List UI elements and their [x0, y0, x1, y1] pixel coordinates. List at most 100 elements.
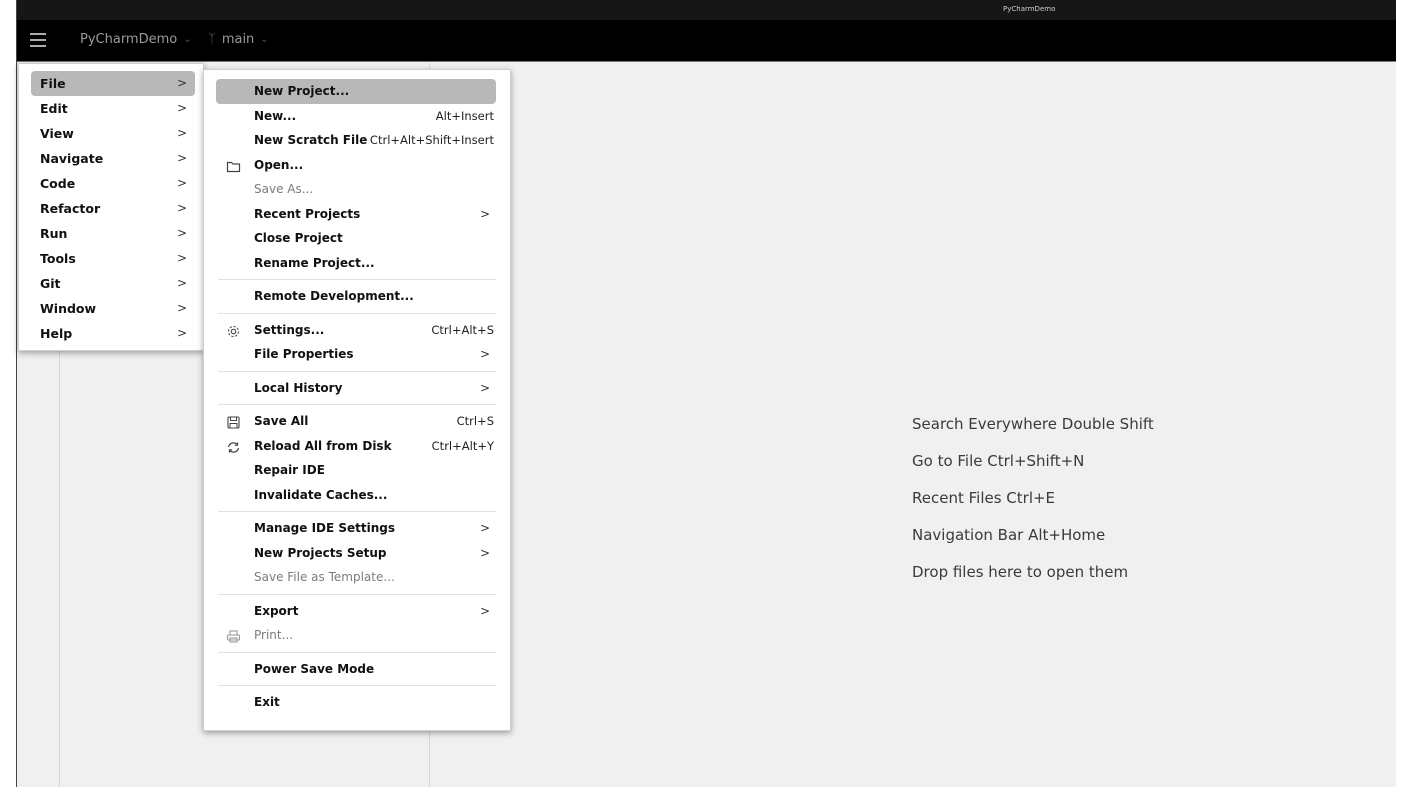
window-title: PyCharmDemo — [1003, 5, 1056, 13]
menu-item-label: Navigate — [40, 151, 104, 166]
menu-item-save-all[interactable]: Save All Ctrl+S — [216, 409, 496, 434]
menu-item-label: Reload All from Disk — [254, 438, 392, 453]
menu-item-label: Git — [40, 276, 61, 291]
menu-item-run[interactable]: Run > — [31, 221, 195, 246]
menu-item-label: Print... — [254, 628, 294, 642]
chevron-right-icon: > — [176, 176, 187, 190]
shortcut: Ctrl+Alt+S — [431, 322, 494, 337]
menu-item-label: Settings... — [254, 322, 325, 337]
editor-empty-hints: Search Everywhere Double Shift Go to Fil… — [912, 413, 1154, 598]
chevron-right-icon: > — [176, 126, 187, 140]
menu-item-view[interactable]: View > — [31, 121, 195, 146]
folder-icon — [226, 158, 241, 173]
menu-item-refactor[interactable]: Refactor > — [31, 196, 195, 221]
chevron-right-icon: > — [479, 206, 490, 221]
menu-item-manage-ide-settings[interactable]: Manage IDE Settings > — [216, 516, 496, 541]
menu-item-label: Rename Project... — [254, 255, 375, 270]
menu-item-tools[interactable]: Tools > — [31, 246, 195, 271]
hint-search-everywhere: Search Everywhere Double Shift — [912, 415, 1154, 433]
menu-item-label: Window — [40, 301, 97, 316]
menu-item-label: Code — [40, 176, 76, 191]
main-toolbar: PyCharmDemo ⌄ ᛉ main ⌄ — [17, 20, 1396, 62]
shortcut: Ctrl+Alt+Shift+Insert — [369, 133, 494, 147]
hint-go-to-file: Go to File Ctrl+Shift+N — [912, 452, 1085, 470]
menu-item-label: File — [40, 76, 66, 91]
menu-separator — [218, 312, 496, 314]
chevron-right-icon: > — [479, 603, 490, 618]
chevron-right-icon: > — [479, 380, 490, 395]
file-submenu: New Project... New... Alt+Insert New Scra… — [203, 69, 511, 731]
menu-separator — [218, 593, 496, 595]
menu-item-new-scratch-file[interactable]: New Scratch File Ctrl+Alt+Shift+Insert — [216, 128, 496, 153]
menu-item-new-projects-setup[interactable]: New Projects Setup > — [216, 541, 496, 566]
menu-item-save-as[interactable]: Save As... — [216, 177, 496, 202]
menu-separator — [218, 279, 496, 280]
menu-item-label: Invalidate Caches... — [254, 487, 388, 502]
hint-recent-files: Recent Files Ctrl+E — [912, 489, 1056, 507]
printer-icon — [226, 628, 241, 643]
project-name: PyCharmDemo — [80, 32, 178, 47]
menu-item-git[interactable]: Git > — [31, 271, 195, 296]
chevron-right-icon: > — [176, 101, 187, 115]
menu-item-new-project[interactable]: New Project... — [216, 79, 496, 104]
menu-separator — [218, 370, 496, 372]
menu-item-label: Help — [40, 326, 73, 341]
menu-item-repair-ide[interactable]: Repair IDE — [216, 458, 496, 483]
menu-item-rename-project[interactable]: Rename Project... — [216, 251, 496, 276]
menu-item-local-history[interactable]: Local History > — [216, 376, 496, 401]
menu-item-code[interactable]: Code > — [31, 171, 195, 196]
chevron-right-icon: > — [176, 201, 187, 215]
chevron-right-icon: > — [176, 251, 187, 265]
menu-separator — [218, 404, 496, 405]
menu-item-label: Open... — [254, 157, 304, 172]
menu-item-file-properties[interactable]: File Properties > — [216, 342, 496, 367]
menu-item-label: Power Save Mode — [254, 661, 375, 676]
menu-item-reload-all[interactable]: Reload All from Disk Ctrl+Alt+Y — [216, 434, 496, 459]
hamburger-icon[interactable] — [30, 33, 46, 47]
menu-item-label: New Project... — [254, 84, 350, 98]
menu-item-edit[interactable]: Edit > — [31, 96, 195, 121]
chevron-down-icon: ⌄ — [260, 34, 269, 45]
menu-item-label: Run — [40, 226, 68, 241]
menu-item-file[interactable]: File > — [31, 71, 195, 96]
menu-separator — [218, 651, 496, 653]
menu-item-recent-projects[interactable]: Recent Projects > — [216, 202, 496, 227]
menu-item-label: Export — [254, 603, 299, 618]
menu-item-exit[interactable]: Exit — [216, 690, 496, 715]
menu-item-navigate[interactable]: Navigate > — [31, 146, 195, 171]
menu-item-save-file-as-template[interactable]: Save File as Template... — [216, 565, 496, 590]
menu-item-label: View — [40, 126, 74, 141]
menu-item-label: Local History — [254, 380, 343, 395]
menu-item-window[interactable]: Window > — [31, 296, 195, 321]
menu-item-settings[interactable]: Settings... Ctrl+Alt+S — [216, 318, 496, 343]
menu-item-print[interactable]: Print... — [216, 623, 496, 648]
hint-drop-files: Drop files here to open them — [912, 563, 1129, 581]
menu-item-export[interactable]: Export > — [216, 599, 496, 624]
menu-item-close-project[interactable]: Close Project — [216, 226, 496, 251]
menu-item-power-save-mode[interactable]: Power Save Mode — [216, 657, 496, 682]
branch-selector[interactable]: ᛉ main ⌄ — [208, 32, 269, 47]
menu-separator — [218, 685, 496, 686]
menu-item-new[interactable]: New... Alt+Insert — [216, 104, 496, 129]
menu-item-remote-development[interactable]: Remote Development... — [216, 284, 496, 309]
menu-item-label: New... — [254, 108, 297, 123]
menu-item-label: Close Project — [254, 231, 343, 245]
hint-navigation-bar: Navigation Bar Alt+Home — [912, 526, 1106, 544]
menu-item-help[interactable]: Help > — [31, 321, 195, 346]
shortcut: Alt+Insert — [435, 108, 494, 123]
shortcut: Ctrl+Alt+Y — [431, 438, 494, 453]
menu-item-label: Save As... — [254, 182, 314, 196]
chevron-right-icon: > — [479, 347, 490, 361]
menu-item-invalidate-caches[interactable]: Invalidate Caches... — [216, 483, 496, 508]
menu-item-label: Save All — [254, 414, 309, 428]
menu-item-label: Manage IDE Settings — [254, 521, 396, 535]
chevron-right-icon: > — [176, 301, 187, 315]
reload-icon — [226, 439, 241, 454]
menu-item-label: Exit — [254, 695, 280, 709]
project-selector[interactable]: PyCharmDemo ⌄ — [80, 32, 192, 47]
menu-item-open[interactable]: Open... — [216, 153, 496, 178]
chevron-right-icon: > — [176, 326, 187, 340]
menu-separator — [218, 511, 496, 512]
menu-item-label: New Scratch File — [254, 133, 368, 147]
chevron-right-icon: > — [176, 151, 187, 165]
